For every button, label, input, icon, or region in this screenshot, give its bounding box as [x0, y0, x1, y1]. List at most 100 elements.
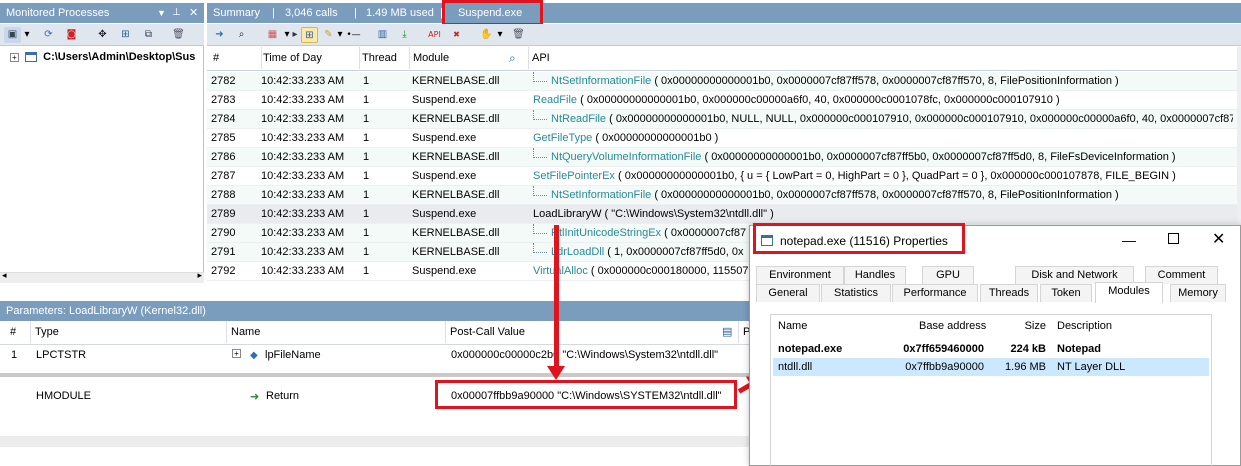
- param-splitter[interactable]: [0, 373, 750, 377]
- row-num: 2790: [211, 227, 236, 239]
- export-icon[interactable]: ⤓: [396, 27, 413, 43]
- table-row[interactable]: 2783 10:42:33.233 AM 1 Suspend.exe ReadFile …: [207, 91, 1238, 110]
- table-row[interactable]: 2784 10:42:33.233 AM 1 KERNELBASE.dll NtRead…: [207, 110, 1238, 129]
- summary-tab[interactable]: Summary: [213, 3, 260, 23]
- col-api[interactable]: API: [528, 47, 550, 69]
- filter-icon[interactable]: ⧉: [140, 27, 157, 43]
- columns-icon[interactable]: ▥: [374, 27, 391, 43]
- api-function: RtlInitUnicodeStringEx: [551, 227, 662, 239]
- api-function: NtReadFile: [551, 113, 607, 125]
- col-num[interactable]: #: [213, 47, 219, 69]
- table-row[interactable]: 2786 10:42:33.233 AM 1 KERNELBASE.dll NtQuer…: [207, 148, 1238, 167]
- modules-col-base[interactable]: Base address: [919, 315, 986, 337]
- tree-item-process[interactable]: + C:\Users\Admin\Desktop\Sus: [10, 50, 195, 64]
- tree-view-icon[interactable]: ⊞: [301, 27, 318, 43]
- modules-col-desc[interactable]: Description: [1057, 315, 1112, 337]
- chevron-down-icon[interactable]: ▾: [335, 27, 345, 43]
- trash-icon[interactable]: 🗑: [510, 27, 527, 43]
- col-module[interactable]: Module: [409, 47, 449, 69]
- network-icon[interactable]: ⊞: [117, 27, 134, 43]
- search-icon[interactable]: ⌕: [509, 47, 516, 69]
- row-api: SetFilePointerEx ( 0x00000000000001b0, {…: [533, 167, 1233, 186]
- api-function: NtSetInformationFile: [551, 189, 652, 201]
- tree-connector: [533, 72, 547, 82]
- module-desc: NT Layer DLL: [1057, 361, 1126, 373]
- maximize-icon[interactable]: [1168, 233, 1179, 244]
- col-time[interactable]: Time of Day: [261, 47, 322, 69]
- row-time: 10:42:33.233 AM: [261, 94, 345, 106]
- param-col-name[interactable]: Name: [226, 321, 260, 343]
- dash-list-icon[interactable]: •—: [345, 27, 362, 43]
- properties-dialog: notepad.exe (11516) Properties — ✕ Envir…: [749, 225, 1241, 466]
- bottom-scrollbar[interactable]: [0, 436, 750, 447]
- param-col-post[interactable]: Post-Call Value: [445, 321, 525, 343]
- row-module: KERNELBASE.dll: [412, 189, 500, 201]
- dialog-tabs: Environment Handles GPU Disk and Network Com…: [750, 266, 1240, 303]
- find-icon[interactable]: ⌕: [233, 27, 250, 43]
- row-api: NtSetInformationFile ( 0x00000000000001b…: [533, 186, 1233, 205]
- tab-performance[interactable]: Performance: [892, 284, 978, 302]
- row-api: NtSetInformationFile ( 0x00000000000001b…: [533, 72, 1233, 91]
- modules-panel: Name Base address Size Description notep…: [770, 314, 1212, 466]
- return-type: HMODULE: [36, 390, 92, 402]
- table-row[interactable]: 2782 10:42:33.233 AM 1 KERNELBASE.dll NtSetI…: [207, 72, 1238, 91]
- module-row[interactable]: notepad.exe 0x7ff659460000 224 kB Notepad: [773, 340, 1209, 358]
- play-icon[interactable]: ▸: [291, 27, 299, 43]
- refresh-icon[interactable]: ⟳: [40, 27, 57, 43]
- scroll-left-icon[interactable]: ◂: [2, 270, 7, 281]
- row-api: NtReadFile ( 0x00000000000001b0, NULL, N…: [533, 110, 1233, 129]
- tab-gpu[interactable]: GPU: [922, 266, 974, 284]
- expand-icon[interactable]: +: [10, 52, 19, 62]
- left-scrollbar[interactable]: ◂ ▸: [0, 270, 204, 283]
- expand-icon[interactable]: +: [232, 349, 241, 358]
- scroll-right-icon[interactable]: ▸: [197, 270, 202, 281]
- api-function: SetFilePointerEx: [533, 170, 615, 182]
- row-module: Suspend.exe: [412, 208, 477, 220]
- process-window-icon: [25, 52, 38, 63]
- col-thread[interactable]: Thread: [359, 47, 397, 69]
- pin-icon[interactable]: ⊥: [172, 3, 181, 23]
- chevron-down-icon[interactable]: ▾: [22, 27, 32, 43]
- hand-icon[interactable]: ✋: [478, 27, 495, 43]
- row-time: 10:42:33.233 AM: [261, 75, 345, 87]
- table-row[interactable]: 2785 10:42:33.233 AM 1 Suspend.exe GetFileTy…: [207, 129, 1238, 148]
- api-clear-icon[interactable]: ✖: [448, 27, 465, 43]
- module-base: 0x7ff659460000: [903, 343, 984, 355]
- table-row[interactable]: 2788 10:42:33.233 AM 1 KERNELBASE.dll NtSetI…: [207, 186, 1238, 205]
- tab-statistics[interactable]: Statistics: [821, 284, 891, 302]
- dropdown-icon[interactable]: ▼: [157, 3, 166, 23]
- row-module: Suspend.exe: [412, 132, 477, 144]
- tab-environment[interactable]: Environment: [756, 266, 844, 284]
- tab-modules[interactable]: Modules: [1095, 282, 1163, 303]
- highlight-return-value: [435, 380, 737, 409]
- stop-monitor-icon[interactable]: ◙: [63, 27, 80, 43]
- tab-threads[interactable]: Threads: [980, 284, 1038, 302]
- table-row[interactable]: 2789 10:42:33.233 AM 1 Suspend.exe LoadLibra…: [207, 205, 1238, 224]
- trash-icon[interactable]: 🗑: [170, 27, 187, 43]
- minimize-icon[interactable]: —: [1122, 232, 1136, 248]
- table-row[interactable]: 2787 10:42:33.233 AM 1 Suspend.exe SetFilePo…: [207, 167, 1238, 186]
- color-grid-icon[interactable]: ▦: [264, 27, 281, 43]
- param-col-num[interactable]: #: [10, 321, 16, 343]
- tab-token[interactable]: Token: [1040, 284, 1092, 302]
- modules-col-name[interactable]: Name: [778, 315, 807, 337]
- api-args: ( 0x00000000000001b0, 0x0000007cf87ff578…: [654, 189, 1119, 201]
- module-row[interactable]: ntdll.dll 0x7ffbb9a90000 1.96 MB NT Layer D…: [773, 358, 1209, 376]
- api-function: NtSetInformationFile: [551, 75, 652, 87]
- modules-col-size[interactable]: Size: [996, 315, 1046, 337]
- copy-icon[interactable]: ▤: [722, 321, 732, 343]
- arrow-right-icon[interactable]: ➜: [211, 27, 228, 43]
- param-col-type[interactable]: Type: [30, 321, 59, 343]
- api-capture-icon[interactable]: API: [426, 27, 443, 43]
- tree-connector: [533, 224, 547, 234]
- target-icon[interactable]: ✥: [94, 27, 111, 43]
- monitor-icon[interactable]: ▣: [4, 27, 21, 43]
- close-icon[interactable]: ✕: [1212, 229, 1225, 248]
- chevron-down-icon[interactable]: ▾: [495, 27, 505, 43]
- tab-handles[interactable]: Handles: [844, 266, 906, 284]
- close-panel-icon[interactable]: ✕: [189, 3, 198, 23]
- api-args: ( 0x00000000000001b0, NULL, NULL, 0x0000…: [609, 113, 1233, 125]
- tab-general[interactable]: General: [756, 284, 820, 302]
- tab-memory[interactable]: Memory: [1170, 284, 1226, 302]
- param-value: 0x000000c00000c2b0 "C:\Windows\System32\…: [451, 349, 719, 361]
